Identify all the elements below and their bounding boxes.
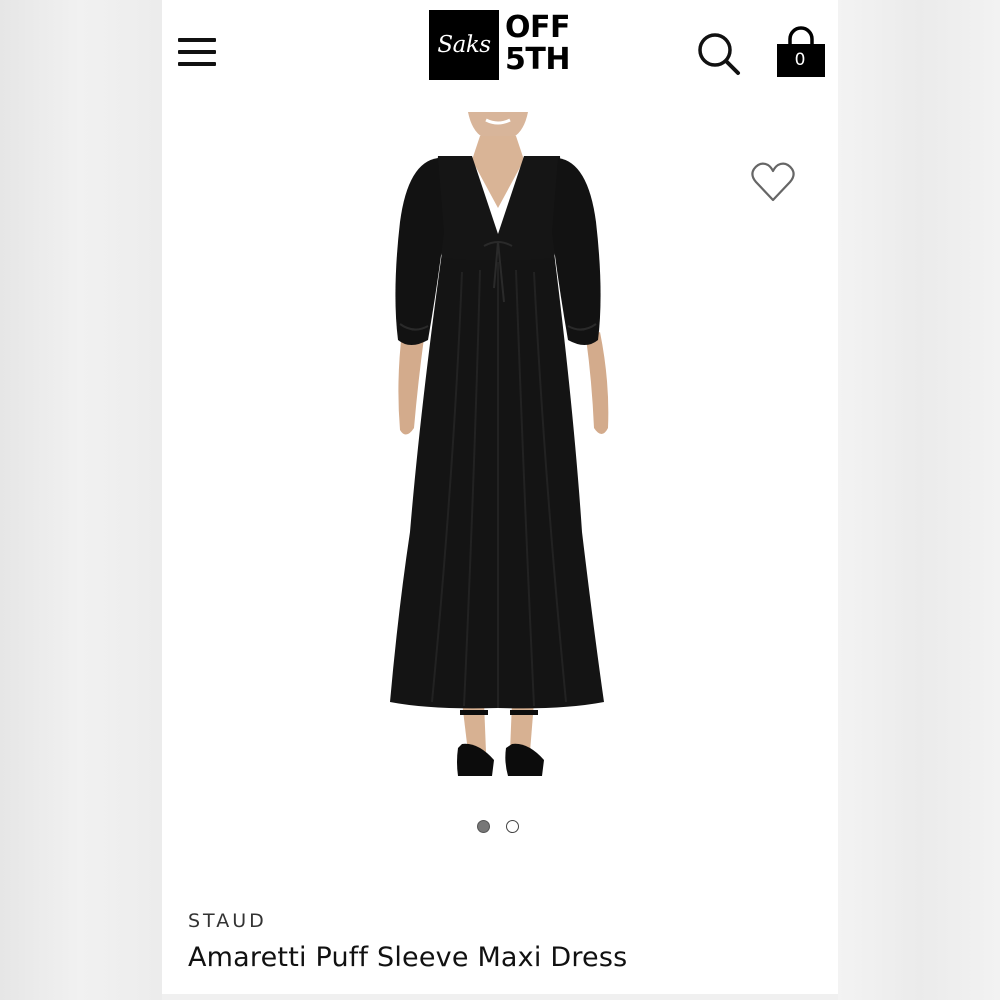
shopping-bag-button[interactable]: 0 — [776, 26, 826, 78]
image-pagination — [477, 820, 519, 836]
product-name: Amaretti Puff Sleeve Maxi Dress — [188, 942, 628, 973]
bag-count-badge: 0 — [794, 50, 806, 70]
logo-line-1: OFF — [505, 10, 571, 45]
saks-off-5th-logo[interactable]: Saks OFF 5TH — [429, 10, 575, 80]
pagination-dot-1[interactable] — [477, 820, 490, 833]
pagination-dot-2[interactable] — [506, 820, 519, 833]
product-brand[interactable]: STAUD — [188, 910, 267, 932]
product-page: Saks OFF 5TH 0 STAUD Amaretti Puff Sleev… — [162, 0, 838, 1000]
background-right — [838, 0, 1000, 1000]
heart-outline-icon[interactable] — [750, 160, 796, 204]
divider — [162, 994, 838, 1000]
product-image[interactable] — [162, 112, 838, 812]
logo-wordmark: OFF 5TH — [505, 12, 577, 76]
logo-line-2: 5TH — [505, 42, 570, 77]
saks-monogram: Saks — [429, 10, 499, 80]
hamburger-menu-icon[interactable] — [178, 36, 216, 70]
search-icon[interactable] — [696, 31, 742, 77]
